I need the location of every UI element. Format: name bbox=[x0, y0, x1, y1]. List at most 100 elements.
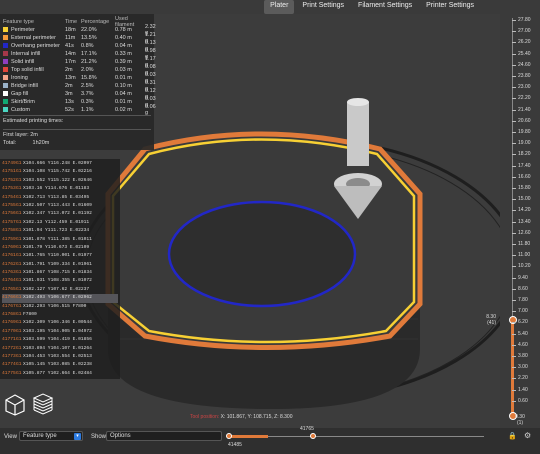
lock-icon[interactable]: 🔒 bbox=[508, 432, 517, 440]
legend-meters: 0.03 m bbox=[115, 67, 132, 73]
gcode-line: 41754G1X102.713 Y113.85 E.03495 bbox=[2, 194, 118, 202]
ruler-tick-mark bbox=[512, 120, 516, 122]
estimated-times-label: Estimated printing times: bbox=[3, 118, 64, 124]
legend-feature-name: Ironing bbox=[3, 75, 65, 81]
gcode-line: 41761G1X101.765 Y110.001 E.01977 bbox=[2, 252, 118, 260]
gcode-line-number: 41769 bbox=[2, 320, 16, 326]
ruler-tick-mark bbox=[512, 154, 516, 156]
legend-time: 18m bbox=[65, 27, 76, 33]
legend-percentage: 0.3% bbox=[81, 99, 94, 105]
legend-row[interactable]: Gap fill 3m 3.7% 0.04 m 0.12 g bbox=[3, 88, 156, 100]
layer-height-slider[interactable]: 8.30 (41) 0.30 (1) 27.80 27.00 26.20 25.40 2… bbox=[486, 14, 540, 428]
legend-row[interactable]: External perimeter 11m 13.5% 0.40 m 1.21 g bbox=[3, 32, 156, 44]
legend-row[interactable]: Top solid infill 2m 2.0% 0.03 m 0.08 g bbox=[3, 64, 156, 76]
gcode-line: 41764G1X101.931 Y108.355 E.01072 bbox=[2, 277, 118, 285]
ruler-tick-mark bbox=[512, 64, 516, 66]
legend-feature-name: Solid infill bbox=[3, 59, 65, 65]
gcode-line-number: 41764 bbox=[2, 278, 16, 284]
gcode-args: X102.293 Y106.515 F7800 bbox=[23, 303, 87, 309]
gcode-move-slider-start-thumb[interactable] bbox=[226, 433, 232, 439]
gcode-op: G1 bbox=[16, 270, 22, 276]
ruler-tick-label: 5.40 bbox=[518, 330, 528, 337]
gcode-args: X105.877 Y102.664 E.02484 bbox=[23, 370, 92, 376]
legend-feature-name: Internal infill bbox=[3, 51, 65, 57]
legend-time: 41s bbox=[65, 43, 74, 49]
gcode-op: G1 bbox=[16, 219, 22, 225]
gcode-op: G1 bbox=[16, 362, 22, 368]
color-swatch bbox=[3, 99, 8, 105]
ruler-tick-label: 8.60 bbox=[518, 285, 528, 292]
ruler-tick-label: 4.60 bbox=[518, 341, 528, 348]
gcode-args: X104.666 Y116.248 E.02097 bbox=[23, 161, 92, 166]
gcode-line: 41751G1X104.108 Y115.742 E.02216 bbox=[2, 168, 118, 176]
ruler-tick-label: 9.40 bbox=[518, 274, 528, 281]
gcode-args: X102.713 Y113.85 E.03495 bbox=[23, 194, 90, 200]
gcode-move-slider-end-thumb[interactable] bbox=[310, 433, 316, 439]
tab-filament-settings[interactable]: Filament Settings bbox=[352, 0, 418, 14]
gcode-line-number: 41751 bbox=[2, 169, 16, 175]
view-icons bbox=[4, 392, 54, 416]
ruler-tick-mark bbox=[512, 300, 516, 301]
legend-feature-name: Top solid infill bbox=[3, 67, 65, 73]
total-label: Total: bbox=[3, 140, 17, 146]
legend-row[interactable]: Custom 52s 1.1% 0.02 m 0.06 g bbox=[3, 104, 156, 116]
legend-percentage: 2.0% bbox=[81, 67, 94, 73]
gcode-line: 41756G1X102.347 Y113.072 E.01192 bbox=[2, 210, 118, 218]
color-swatch bbox=[3, 83, 8, 89]
ruler-tick-label: 23.80 bbox=[518, 73, 531, 79]
gcode-line-number: 41775 bbox=[2, 370, 16, 376]
legend-row[interactable]: Skirt/Brim 13s 0.3% 0.01 m 0.03 g bbox=[3, 96, 156, 108]
view-select[interactable]: Feature type ▾ bbox=[19, 431, 83, 441]
show-label: Show bbox=[91, 434, 107, 440]
gcode-args: X102.493 Y106.677 E.02962 bbox=[23, 295, 92, 301]
color-swatch bbox=[3, 59, 8, 65]
ruler-tick-mark bbox=[512, 277, 516, 279]
show-select[interactable]: Options bbox=[106, 431, 222, 441]
legend-time: 11m bbox=[65, 35, 76, 41]
legend-row[interactable]: Solid infill 17m 21.2% 0.39 m 1.17 g bbox=[3, 56, 156, 68]
gear-icon[interactable]: ⚙ bbox=[524, 431, 531, 440]
legend-row[interactable]: Internal infill 14m 17.1% 0.33 m 0.98 g bbox=[3, 48, 156, 60]
tab-printer-settings[interactable]: Printer Settings bbox=[420, 0, 480, 14]
gcode-op: G1 bbox=[16, 353, 22, 359]
ruler-tick-label: 3.80 bbox=[518, 353, 528, 359]
color-swatch bbox=[3, 35, 8, 41]
legend-row[interactable]: Overhang perimeter 41s 0.8% 0.04 m 0.13 g bbox=[3, 40, 156, 52]
gcode-line-number: 41760 bbox=[2, 244, 16, 250]
gcode-line-number: 41762 bbox=[2, 261, 16, 267]
gcode-op: G1 bbox=[16, 169, 22, 175]
gcode-line: 41755G1X102.507 Y113.443 E.01609 bbox=[2, 202, 118, 210]
legend-feature-name: Overhang perimeter bbox=[3, 43, 65, 49]
bottom-toolbar: View Feature type ▾ Show Options 41765 4… bbox=[0, 426, 540, 454]
legend-row[interactable]: Ironing 13m 15.8% 0.01 m 0.03 g bbox=[3, 72, 156, 84]
show-select-value: Options bbox=[110, 433, 131, 439]
color-swatch bbox=[3, 75, 8, 81]
ruler-tick-mark bbox=[512, 87, 516, 89]
legend-time: 52s bbox=[65, 107, 74, 113]
ruler-tick-mark bbox=[512, 266, 516, 268]
ruler-tick-mark bbox=[512, 188, 516, 189]
legend-time: 13s bbox=[65, 99, 74, 105]
ruler-tick-mark bbox=[512, 109, 516, 111]
gcode-args: X103.195 Y104.905 E.04972 bbox=[23, 328, 92, 334]
gcode-op: G1 bbox=[16, 194, 22, 200]
ruler-tick-label: 24.60 bbox=[518, 61, 531, 68]
tab-print-settings[interactable]: Print Settings bbox=[296, 0, 350, 14]
gcode-args: X104.453 Y103.554 E.02513 bbox=[23, 353, 92, 359]
ruler-tick-mark bbox=[512, 389, 516, 391]
layers-view-icon[interactable] bbox=[32, 392, 54, 416]
tab-plater[interactable]: Plater bbox=[264, 0, 295, 14]
legend-time: 17m bbox=[65, 59, 76, 65]
gcode-line: 41759G1X101.878 Y111.385 E.01011 bbox=[2, 236, 118, 244]
gcode-op: G1 bbox=[16, 303, 22, 309]
ruler-tick-mark bbox=[512, 98, 516, 100]
legend-row[interactable]: Bridge infill 2m 2.5% 0.10 m 0.31 g bbox=[3, 80, 156, 92]
ruler-tick-mark bbox=[512, 221, 516, 223]
first-layer-label: First layer: bbox=[3, 132, 29, 138]
cube-view-icon[interactable] bbox=[4, 392, 26, 416]
ruler-tick-mark bbox=[512, 42, 516, 44]
bottom-layer-label: 0.30 (1) bbox=[500, 414, 540, 426]
color-swatch bbox=[3, 43, 8, 49]
gcode-args: X102.309 Y106.346 E.00544 bbox=[23, 320, 92, 326]
gcode-args: X103.552 Y115.122 E.02646 bbox=[23, 177, 92, 183]
